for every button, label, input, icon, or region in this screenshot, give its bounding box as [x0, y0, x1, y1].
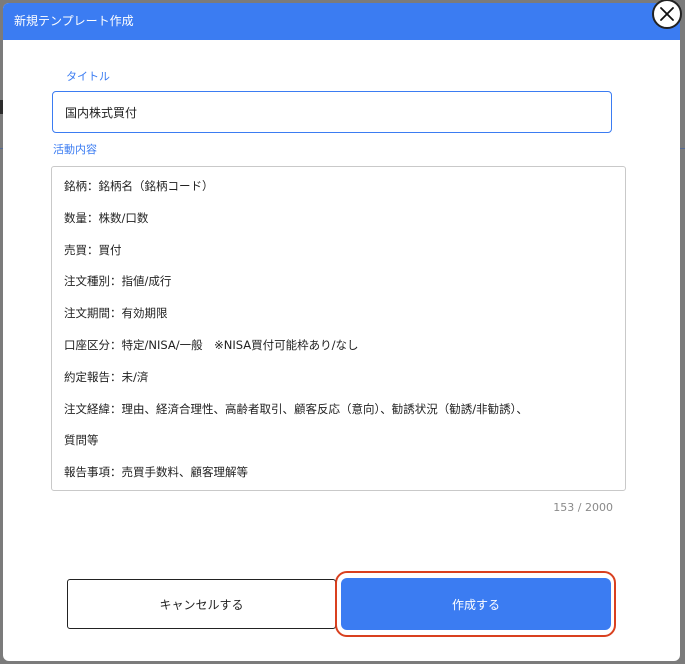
cancel-button[interactable]: キャンセルする — [67, 579, 336, 629]
content-line: 注文期間：有効期限 — [64, 306, 168, 321]
dialog-title: 新規テンプレート作成 — [14, 14, 134, 28]
content-line: 口座区分：特定/NISA/一般 ※NISA買付可能枠あり/なし — [64, 337, 359, 352]
content-line: 注文経緯：理由、経済合理性、高齢者取引、顧客反応（意向）、勧誘状況（勧誘/非勧誘… — [64, 401, 528, 416]
create-button[interactable]: 作成する — [341, 578, 611, 630]
close-button[interactable] — [652, 0, 682, 29]
content-field-label: 活動内容 — [53, 143, 97, 156]
close-icon — [660, 7, 674, 21]
content-line: 数量：株数/口数 — [64, 210, 149, 225]
title-field-label: タイトル — [66, 70, 110, 83]
new-template-dialog: 新規テンプレート作成 タイトル 活動内容 銘柄：銘柄名（銘柄コード） 数量：株数… — [3, 3, 680, 661]
content-line: 約定報告：未/済 — [64, 369, 149, 384]
content-line: 報告事項：売買手数料、顧客理解等 — [64, 465, 248, 480]
title-input[interactable] — [52, 91, 612, 133]
dialog-header: 新規テンプレート作成 — [3, 3, 680, 40]
content-line: 注文種別：指値/成行 — [64, 274, 172, 289]
content-line: 銘柄：銘柄名（銘柄コード） — [64, 179, 214, 193]
activity-content-textarea[interactable]: 銘柄：銘柄名（銘柄コード） 数量：株数/口数 売買：買付 注文種別：指値/成行 … — [51, 166, 626, 491]
content-line: 質問等 — [64, 433, 99, 448]
content-line: 売買：買付 — [64, 242, 122, 257]
character-counter: 153 / 2000 — [553, 501, 613, 514]
